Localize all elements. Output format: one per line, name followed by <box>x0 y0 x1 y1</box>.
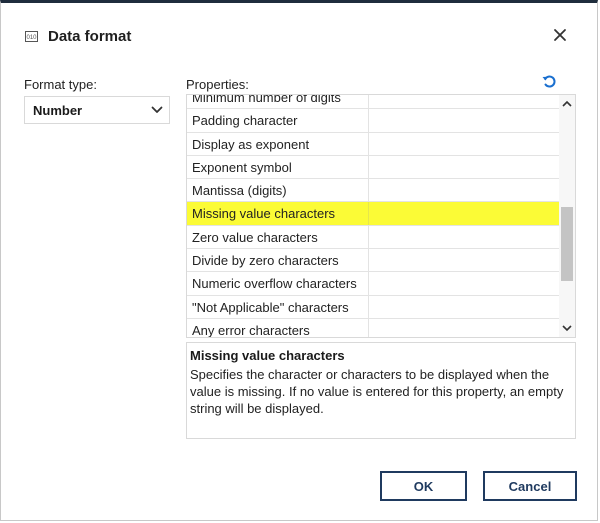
cancel-button[interactable]: Cancel <box>483 471 577 501</box>
property-name: Numeric overflow characters <box>192 276 357 292</box>
close-icon[interactable] <box>552 27 568 43</box>
property-row[interactable]: Mantissa (digits) <box>187 179 559 203</box>
property-value[interactable] <box>368 179 558 202</box>
property-description: Missing value characters Specifies the c… <box>186 342 576 439</box>
properties-label: Properties: <box>186 77 249 92</box>
format-icon: 010 <box>25 31 38 42</box>
property-row[interactable]: Zero value characters <box>187 225 559 250</box>
property-row[interactable]: "Not Applicable" characters <box>187 295 559 319</box>
property-name: Divide by zero characters <box>192 253 339 269</box>
property-row[interactable]: Any error characters <box>187 318 559 338</box>
property-value[interactable] <box>368 132 558 155</box>
property-value[interactable] <box>368 225 558 249</box>
property-row[interactable]: Numeric overflow characters <box>187 272 559 296</box>
property-value[interactable] <box>368 318 558 337</box>
property-row[interactable]: Minimum number of digits <box>187 94 559 110</box>
property-name: Missing value characters <box>192 206 336 222</box>
properties-rows: Minimum number of digits Padding characte… <box>187 94 559 338</box>
property-name: Minimum number of digits <box>192 94 341 105</box>
property-name: Mantissa (digits) <box>192 183 287 199</box>
chevron-down-icon <box>151 106 163 113</box>
description-title: Missing value characters <box>190 348 345 363</box>
property-value[interactable] <box>368 95 558 109</box>
property-row[interactable]: Padding character <box>187 109 559 133</box>
scrollbar-thumb[interactable] <box>561 207 573 281</box>
property-row[interactable]: Divide by zero characters <box>187 249 559 273</box>
properties-grid: Minimum number of digits Padding characte… <box>186 94 576 338</box>
property-value[interactable] <box>368 272 558 295</box>
property-row[interactable]: Missing value characters <box>187 202 559 226</box>
format-type-select[interactable]: Number <box>24 96 170 124</box>
ok-button[interactable]: OK <box>380 471 467 501</box>
property-row[interactable]: Exponent symbol <box>187 155 559 180</box>
property-name: Padding character <box>192 113 298 129</box>
dialog-title: Data format <box>48 28 132 45</box>
property-name: "Not Applicable" characters <box>192 299 349 315</box>
property-name: Display as exponent <box>192 136 310 152</box>
property-value[interactable] <box>368 202 558 225</box>
property-row[interactable]: Display as exponent <box>187 132 559 156</box>
reset-icon[interactable] <box>541 73 557 89</box>
property-name: Zero value characters <box>192 229 318 245</box>
property-value[interactable] <box>368 249 558 272</box>
property-value[interactable] <box>368 295 558 318</box>
format-type-value: Number <box>33 103 83 118</box>
scroll-up-icon[interactable] <box>562 100 572 108</box>
property-name: Any error characters <box>192 322 310 338</box>
property-name: Exponent symbol <box>192 159 292 175</box>
properties-scrollbar[interactable] <box>559 95 575 337</box>
description-text: Specifies the character or characters to… <box>190 367 564 416</box>
data-format-dialog: 010 Data format Format type: Number Prop… <box>0 0 598 521</box>
property-value[interactable] <box>368 109 558 132</box>
svg-text:010: 010 <box>26 35 37 41</box>
property-value[interactable] <box>368 155 558 179</box>
format-type-label: Format type: <box>24 77 97 92</box>
scroll-down-icon[interactable] <box>562 324 572 332</box>
